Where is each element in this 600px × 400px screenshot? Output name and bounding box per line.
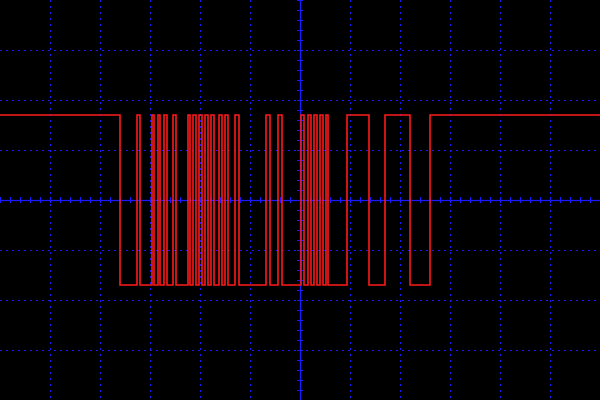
- oscilloscope-screen: [0, 0, 600, 400]
